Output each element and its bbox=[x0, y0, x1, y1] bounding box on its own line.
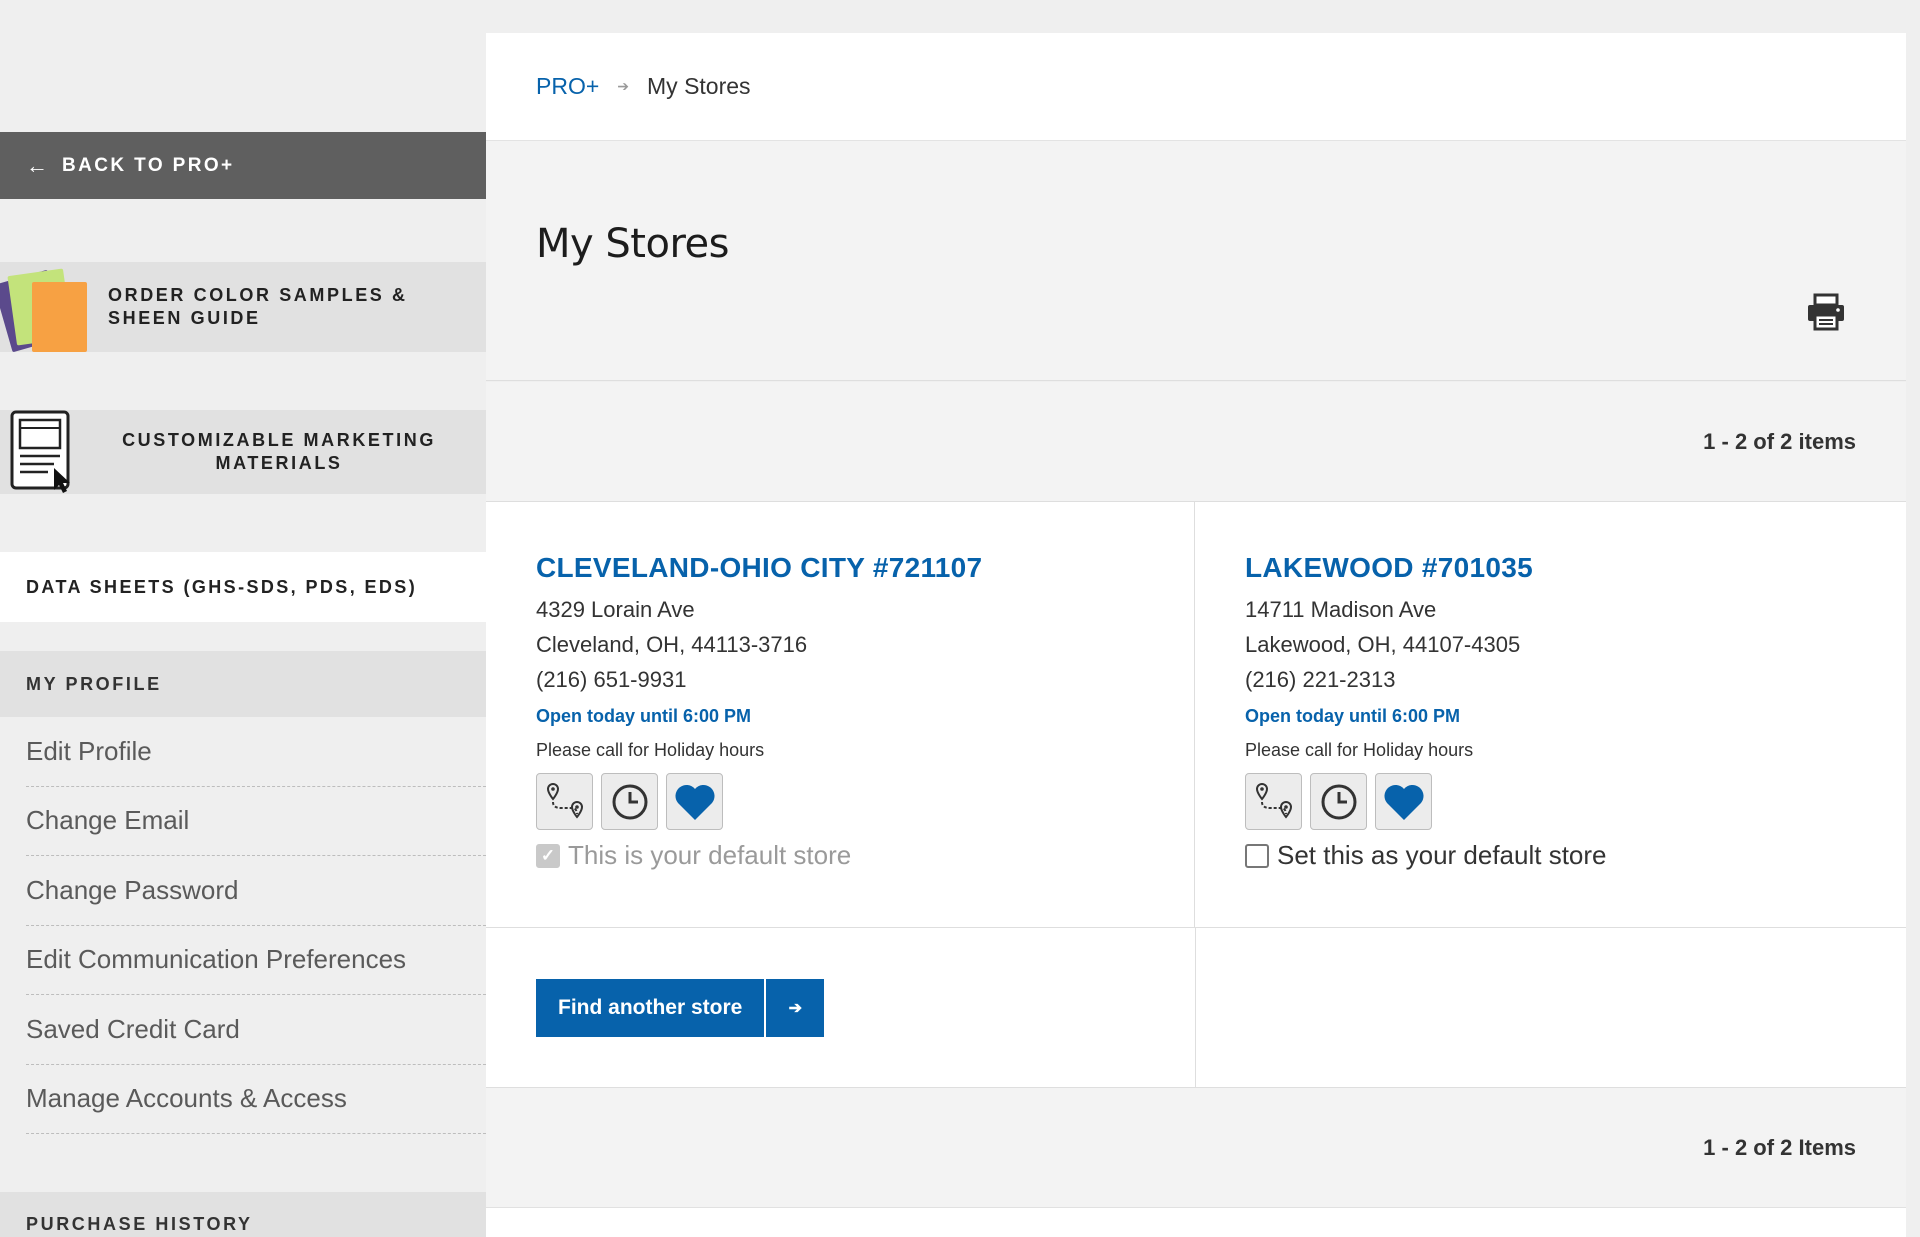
pagination-strip bbox=[486, 1207, 1906, 1237]
store-hours-button[interactable] bbox=[1310, 773, 1367, 830]
store-city: Cleveland, OH, 44113-3716 bbox=[536, 632, 808, 657]
favorite-store-button[interactable] bbox=[1375, 773, 1432, 830]
data-sheets-link[interactable]: DATA SHEETS (GHS-SDS, PDS, EDS) bbox=[0, 552, 486, 622]
main-content: PRO+ ➔ My Stores My Stores 1 - 2 of 2 it… bbox=[486, 33, 1906, 1237]
clock-icon bbox=[612, 784, 647, 819]
sidebar: ← BACK TO PRO+ ORDER COLOR SAMPLES & SHE… bbox=[0, 0, 486, 1237]
heart-icon bbox=[1383, 784, 1424, 820]
set-default-store-checkbox[interactable] bbox=[1245, 843, 1269, 868]
store-holiday-note: Please call for Holiday hours bbox=[536, 740, 765, 760]
directions-button[interactable] bbox=[536, 773, 593, 830]
find-another-store-label: Find another store bbox=[536, 979, 767, 1037]
store-actions bbox=[1245, 773, 1607, 830]
find-store-row: Find another store ➔ bbox=[486, 927, 1906, 1088]
change-password-link[interactable]: Change Password bbox=[26, 856, 486, 926]
favorite-store-button[interactable] bbox=[666, 773, 723, 830]
change-email-link[interactable]: Change Email bbox=[26, 787, 486, 856]
store-card: LAKEWOOD #701035 14711 Madison Ave Lakew… bbox=[1195, 502, 1906, 927]
directions-icon bbox=[1255, 782, 1292, 819]
find-another-store-button[interactable]: Find another store ➔ bbox=[536, 979, 825, 1037]
page-title: My Stores bbox=[536, 221, 729, 267]
store-hours-status: Open today until 6:00 PM bbox=[1245, 706, 1461, 726]
color-swatches-icon bbox=[0, 262, 88, 353]
back-to-pro-button[interactable]: ← BACK TO PRO+ bbox=[0, 132, 486, 199]
title-band: My Stores bbox=[486, 141, 1906, 381]
default-store-checkbox-row: ✓ This is your default store bbox=[536, 840, 982, 871]
back-to-pro-label: BACK TO PRO+ bbox=[62, 154, 235, 176]
items-count-bottom: 1 - 2 of 2 Items bbox=[486, 1087, 1906, 1207]
store-holiday-note: Please call for Holiday hours bbox=[1245, 740, 1474, 760]
store-city: Lakewood, OH, 44107-4305 bbox=[1245, 632, 1521, 657]
store-actions bbox=[536, 773, 982, 830]
store-name-link[interactable]: CLEVELAND-OHIO CITY #721107 bbox=[536, 552, 982, 584]
stores-list: CLEVELAND-OHIO CITY #721107 4329 Lorain … bbox=[486, 502, 1906, 1088]
store-hours-status: Open today until 6:00 PM bbox=[536, 706, 752, 726]
store-street: 14711 Madison Ave bbox=[1245, 597, 1437, 622]
profile-links-list: Edit Profile Change Email Change Passwor… bbox=[26, 717, 486, 1134]
tablet-cursor-icon bbox=[10, 410, 70, 493]
marketing-materials-label: CUSTOMIZABLE MARKETING MATERIALS bbox=[122, 430, 436, 473]
store-street: 4329 Lorain Ave bbox=[536, 597, 695, 622]
clock-icon bbox=[1321, 784, 1356, 819]
column-divider bbox=[1195, 928, 1196, 1088]
order-color-samples-label: ORDER COLOR SAMPLES & SHEEN GUIDE bbox=[108, 285, 408, 328]
right-arrow-icon: ➔ bbox=[788, 1000, 803, 1017]
default-store-label: This is your default store bbox=[568, 840, 852, 870]
items-count-top: 1 - 2 of 2 items bbox=[486, 382, 1906, 502]
order-color-samples-promo[interactable]: ORDER COLOR SAMPLES & SHEEN GUIDE bbox=[0, 262, 486, 353]
marketing-materials-promo[interactable]: CUSTOMIZABLE MARKETING MATERIALS bbox=[0, 410, 486, 494]
directions-icon bbox=[546, 782, 583, 819]
manage-accounts-access-link[interactable]: Manage Accounts & Access bbox=[26, 1065, 486, 1134]
set-default-store-row[interactable]: Set this as your default store bbox=[1245, 840, 1607, 871]
store-phone: (216) 651-9931 bbox=[536, 667, 687, 692]
default-store-checkbox: ✓ bbox=[536, 843, 560, 868]
my-profile-heading: MY PROFILE bbox=[0, 651, 486, 717]
heart-icon bbox=[674, 784, 715, 820]
print-icon[interactable] bbox=[1806, 293, 1846, 331]
left-arrow-icon: ← bbox=[26, 152, 48, 178]
breadcrumb-separator-icon: ➔ bbox=[617, 78, 630, 94]
breadcrumb-pro-link[interactable]: PRO+ bbox=[536, 73, 599, 100]
store-hours-button[interactable] bbox=[601, 773, 658, 830]
purchase-history-heading[interactable]: PURCHASE HISTORY bbox=[0, 1192, 486, 1237]
breadcrumb: PRO+ ➔ My Stores bbox=[486, 33, 1906, 141]
edit-profile-link[interactable]: Edit Profile bbox=[26, 717, 486, 787]
store-phone: (216) 221-2313 bbox=[1245, 667, 1396, 692]
store-name-link[interactable]: LAKEWOOD #701035 bbox=[1245, 552, 1607, 584]
set-default-store-label[interactable]: Set this as your default store bbox=[1277, 840, 1607, 871]
edit-communication-preferences-link[interactable]: Edit Communication Preferences bbox=[26, 926, 486, 995]
directions-button[interactable] bbox=[1245, 773, 1302, 830]
breadcrumb-current: My Stores bbox=[647, 73, 751, 99]
saved-credit-card-link[interactable]: Saved Credit Card bbox=[26, 995, 486, 1065]
store-card: CLEVELAND-OHIO CITY #721107 4329 Lorain … bbox=[486, 502, 1195, 927]
checkmark-icon: ✓ bbox=[540, 845, 556, 865]
